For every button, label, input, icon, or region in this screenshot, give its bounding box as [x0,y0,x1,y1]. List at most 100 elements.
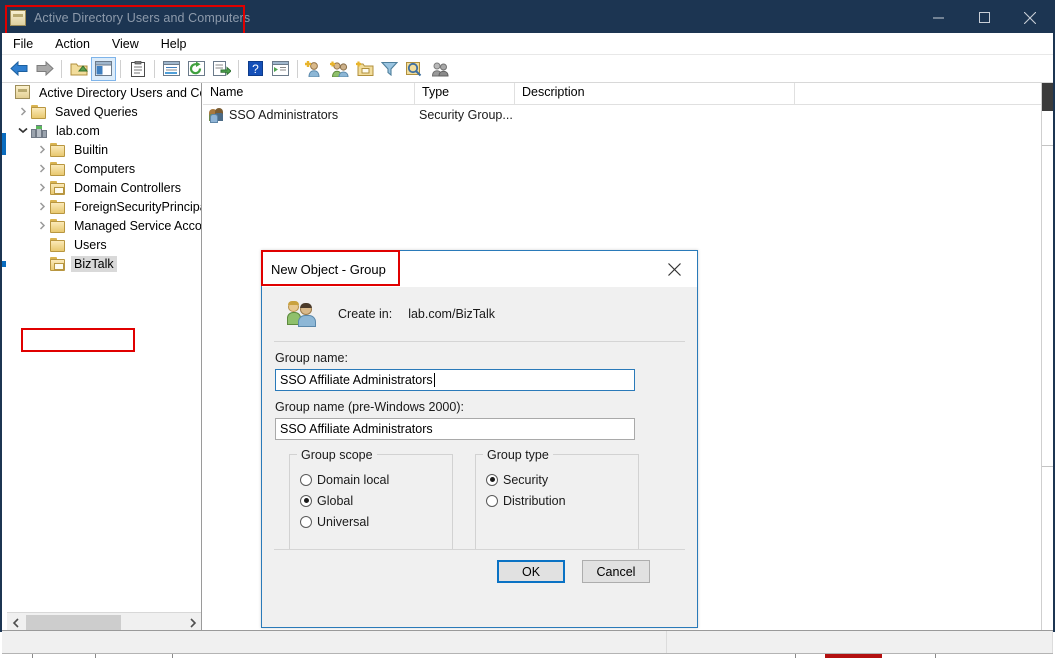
scrollbar-thumb[interactable] [26,614,121,631]
divider [274,549,685,550]
folder-icon [50,218,66,233]
export-list-icon[interactable] [209,57,234,81]
scrollbar-tick [1042,466,1053,467]
help-icon[interactable]: ? [243,57,268,81]
group-options-row: Group scope Domain local Global Universa… [262,440,697,550]
radio-distribution[interactable]: Distribution [486,490,638,511]
column-header-description[interactable]: Description [515,83,795,104]
tree-node-label: Saved Queries [55,104,138,119]
window-title: Active Directory Users and Computers [34,10,251,25]
scroll-right-icon[interactable] [184,614,201,632]
tree-node-active-directory-root[interactable]: Active Directory Users and Com [7,83,201,102]
tree-node-label: Computers [74,161,136,176]
table-row[interactable]: SSO Administrators Security Group... [203,105,1041,125]
dialog-close-button[interactable] [652,251,697,287]
column-header-name[interactable]: Name [203,83,415,104]
menu-item-action[interactable]: Action [44,35,101,53]
tree-node-builtin[interactable]: Builtin [7,140,201,159]
group-name-pre2000-field-block: Group name (pre-Windows 2000): SSO Affil… [262,391,697,440]
list-rows: SSO Administrators Security Group... [203,105,1041,125]
console-tree-pane: Active Directory Users and Com Saved Que… [7,83,202,632]
group-name-pre2000-value: SSO Affiliate Administrators [280,422,433,436]
run-console-icon[interactable] [268,57,293,81]
chevron-right-icon[interactable] [34,178,50,197]
close-button[interactable] [1007,2,1053,33]
filter-icon[interactable] [377,57,402,81]
column-header-filler [795,83,1039,104]
status-segment-2 [667,631,1053,653]
tree-node-managed-service-accounts[interactable]: Managed Service Accoun [7,216,201,235]
tree-node-computers[interactable]: Computers [7,159,201,178]
scrollbar-track[interactable] [24,614,184,632]
group-scope-fieldset: Group scope Domain local Global Universa… [289,448,453,550]
radio-global[interactable]: Global [300,490,452,511]
tree-node-biztalk[interactable]: BizTalk [7,254,201,273]
maximize-button[interactable] [961,2,1007,33]
list-vertical-scrollbar[interactable] [1041,83,1053,632]
radio-security[interactable]: Security [486,469,638,490]
folder-icon [50,161,66,176]
radio-icon[interactable] [300,494,312,507]
bottom-edge-strip [0,654,1055,658]
minimize-button[interactable] [915,2,961,33]
bottom-divider [172,654,173,658]
tree-node-label: Managed Service Accoun [74,218,201,233]
left-marker-top [2,133,6,155]
radio-icon[interactable] [300,473,312,486]
tree-node-saved-queries[interactable]: Saved Queries [7,102,201,121]
folder-icon [31,104,47,119]
console-root-icon [15,85,31,100]
forward-icon[interactable] [32,57,57,81]
toolbar-separator [154,59,155,78]
create-in-label: Create in: [338,307,393,321]
scroll-left-icon[interactable] [7,614,24,632]
tree-horizontal-scrollbar[interactable] [7,612,201,632]
radio-icon[interactable] [486,473,498,486]
group-name-input[interactable]: SSO Affiliate Administrators [275,369,635,391]
tree-node-users[interactable]: Users [7,235,201,254]
radio-label: Distribution [503,493,566,508]
chevron-down-icon[interactable] [15,121,31,140]
refresh-icon[interactable] [184,57,209,81]
folder-icon [50,142,66,157]
new-ou-icon[interactable] [352,57,377,81]
back-icon[interactable] [7,57,32,81]
radio-icon[interactable] [486,494,498,507]
list-view-icon[interactable] [159,57,184,81]
window-controls [915,2,1053,33]
dialog-title-bar: New Object - Group [261,250,697,287]
find-icon[interactable] [402,57,427,81]
scrollbar-thumb[interactable] [1042,83,1053,111]
radio-universal[interactable]: Universal [300,511,452,532]
tree-node-lab-com[interactable]: lab.com [7,121,201,140]
ok-button[interactable]: OK [497,560,565,583]
up-folder-icon[interactable] [66,57,91,81]
tree-node-label: lab.com [56,123,100,138]
menu-item-view[interactable]: View [101,35,150,53]
show-hide-tree-icon[interactable] [91,56,116,81]
toolbar-separator [297,59,298,78]
folder-icon [50,199,66,214]
tree-node-foreignsecurityprincipals[interactable]: ForeignSecurityPrincipals [7,197,201,216]
menu-item-file[interactable]: File [2,35,44,53]
radio-icon[interactable] [300,515,312,528]
toolbar-separator [238,59,239,78]
text-caret [433,373,435,387]
chevron-right-icon[interactable] [34,159,50,178]
group-name-pre2000-input[interactable]: SSO Affiliate Administrators [275,418,635,440]
chevron-right-icon[interactable] [34,197,50,216]
query-icon[interactable] [427,57,452,81]
new-user-icon[interactable] [302,57,327,81]
properties-icon[interactable] [125,57,150,81]
tree-node-domain-controllers[interactable]: Domain Controllers [7,178,201,197]
menu-item-help[interactable]: Help [150,35,198,53]
chevron-right-icon[interactable] [15,102,31,121]
cancel-button[interactable]: Cancel [582,560,650,583]
new-group-icon[interactable] [327,57,352,81]
radio-domain-local[interactable]: Domain local [300,469,452,490]
column-header-type[interactable]: Type [415,83,515,104]
chevron-right-icon[interactable] [34,216,50,235]
chevron-right-icon[interactable] [34,140,50,159]
left-marker-bottom [2,261,6,267]
create-in-row: Create in: lab.com/BizTalk [262,287,697,341]
